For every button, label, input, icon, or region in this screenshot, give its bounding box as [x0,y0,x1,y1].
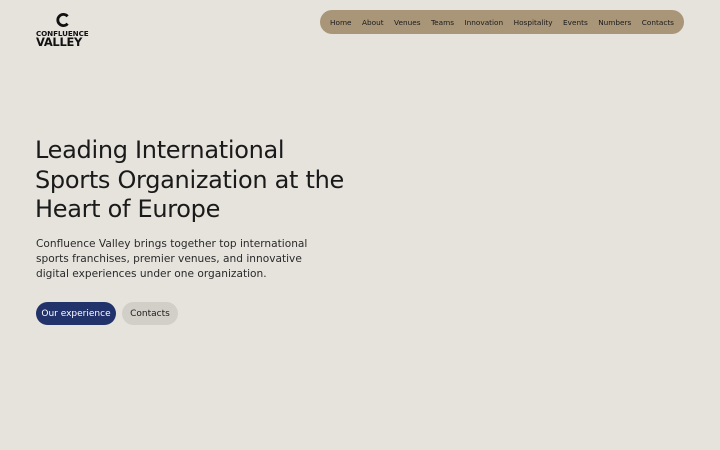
contacts-button[interactable]: Contacts [122,302,178,325]
hero-description: Confluence Valley brings together top in… [36,238,308,280]
main-nav: Home About Venues Teams Innovation Hospi… [320,10,684,34]
logo-wordmark-bottom: VALLEY [36,35,83,49]
nav-item-innovation[interactable]: Innovation [465,18,504,27]
nav-item-hospitality[interactable]: Hospitality [514,18,553,27]
hero-title: Leading International Sports Organizatio… [35,136,344,223]
nav-item-venues[interactable]: Venues [394,18,420,27]
logo[interactable]: CONFLUENCE VALLEY [36,10,92,50]
nav-item-contacts[interactable]: Contacts [642,18,674,27]
nav-item-about[interactable]: About [362,18,384,27]
nav-item-home[interactable]: Home [330,18,352,27]
c-mark-icon [56,13,69,27]
nav-item-teams[interactable]: Teams [431,18,454,27]
our-experience-button[interactable]: Our experience [36,302,116,325]
nav-item-numbers[interactable]: Numbers [598,18,631,27]
nav-item-events[interactable]: Events [563,18,588,27]
